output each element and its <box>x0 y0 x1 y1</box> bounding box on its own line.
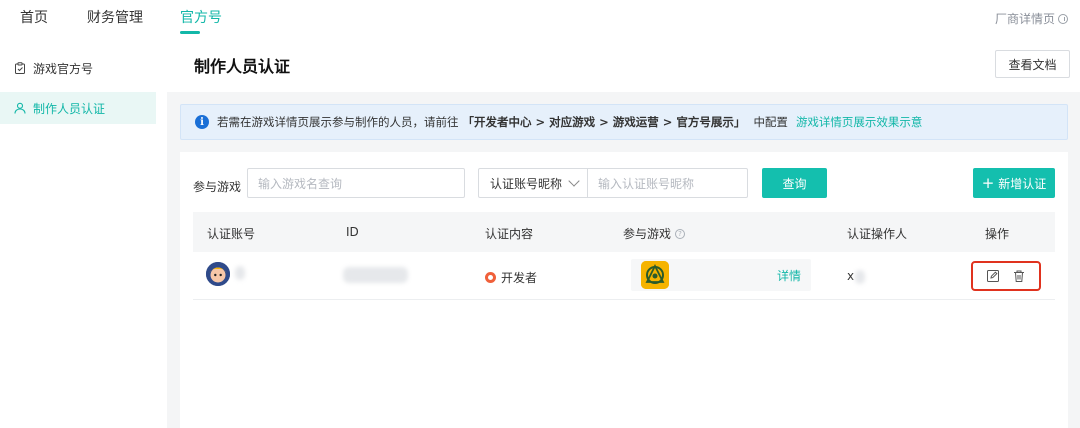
game-logo-icon <box>641 261 669 289</box>
chevron-down-icon <box>568 175 580 187</box>
info-icon <box>1058 13 1068 24</box>
developer-badge-icon <box>485 272 496 283</box>
delete-icon[interactable] <box>1012 269 1026 283</box>
game-detail-link[interactable]: 详情 <box>777 267 801 284</box>
column-header: 认证操作人 <box>847 227 908 241</box>
add-certification-button[interactable]: + 新增认证 <box>973 168 1055 198</box>
operator-name: x <box>847 269 855 283</box>
content-badge: 开发者 <box>485 269 537 286</box>
search-field-select[interactable]: 认证账号昵称 <box>478 168 588 198</box>
vendor-detail-link[interactable]: 厂商详情页 <box>995 10 1068 27</box>
column-header: ID <box>346 225 359 239</box>
column-header: 认证内容 <box>485 227 534 241</box>
info-icon: i <box>195 115 209 129</box>
table-row: 开发者 详情 x <box>193 252 1055 300</box>
row-actions <box>971 261 1041 291</box>
game-filter-label: 参与游戏 <box>193 180 242 194</box>
game-cell: 详情 <box>631 259 811 291</box>
sidebar-item-game-official[interactable]: 游戏官方号 <box>0 52 156 84</box>
sidebar-item-label: 制作人员认证 <box>33 101 106 116</box>
sidebar: 游戏官方号 制作人员认证 <box>0 36 167 428</box>
sidebar-item-producer-cert[interactable]: 制作人员认证 <box>0 92 156 124</box>
game-search-input[interactable]: 输入游戏名查询 <box>247 168 465 198</box>
page-title: 制作人员认证 <box>194 57 291 76</box>
info-notice: i 若需在游戏详情页展示参与制作的人员，请前往 「开发者中心 > 对应游戏 > … <box>180 104 1068 140</box>
operator-redacted <box>855 270 865 284</box>
table-header: 认证账号 ID 认证内容 参与游戏 ? 认证操作人 操作 <box>193 212 1055 252</box>
page-header: 制作人员认证 查看文档 <box>167 36 1080 92</box>
content-label: 开发者 <box>501 271 538 285</box>
column-header-label: 参与游戏 <box>623 227 672 241</box>
help-icon[interactable]: ? <box>675 228 686 239</box>
notice-text: 若需在游戏详情页展示参与制作的人员，请前往 <box>217 115 459 129</box>
avatar <box>206 262 230 286</box>
tab-official-account[interactable]: 官方号 <box>180 7 222 27</box>
vendor-detail-label: 厂商详情页 <box>994 12 1055 26</box>
notice-preview-link[interactable]: 游戏详情页展示效果示意 <box>796 114 923 130</box>
tab-home[interactable]: 首页 <box>20 7 48 27</box>
edit-icon[interactable] <box>986 269 1000 283</box>
clipboard-icon <box>15 62 25 74</box>
plus-icon: + <box>981 174 995 192</box>
column-header-game: 参与游戏 ? <box>623 225 686 242</box>
account-search-input[interactable]: 输入认证账号昵称 <box>587 168 748 198</box>
top-navigation: 首页 财务管理 官方号 厂商详情页 <box>0 0 1080 36</box>
tab-finance[interactable]: 财务管理 <box>87 7 143 27</box>
user-icon <box>14 102 26 114</box>
column-header: 认证账号 <box>207 227 256 241</box>
search-button[interactable]: 查询 <box>762 168 827 198</box>
account-id-redacted <box>343 267 408 283</box>
notice-path: 「开发者中心 > 对应游戏 > 游戏运营 > 官方号展示」 <box>462 115 746 129</box>
view-docs-button[interactable]: 查看文档 <box>995 50 1070 78</box>
select-value: 认证账号昵称 <box>490 176 563 191</box>
add-button-label: 新增认证 <box>998 176 1047 191</box>
column-header: 操作 <box>985 227 1010 241</box>
sidebar-item-label: 游戏官方号 <box>33 61 94 76</box>
notice-suffix: 中配置 <box>753 115 788 129</box>
content-panel: 参与游戏 输入游戏名查询 认证账号昵称 输入认证账号昵称 查询 + 新增认证 认… <box>180 152 1068 428</box>
account-name-redacted <box>235 266 245 280</box>
active-tab-indicator <box>180 31 200 34</box>
